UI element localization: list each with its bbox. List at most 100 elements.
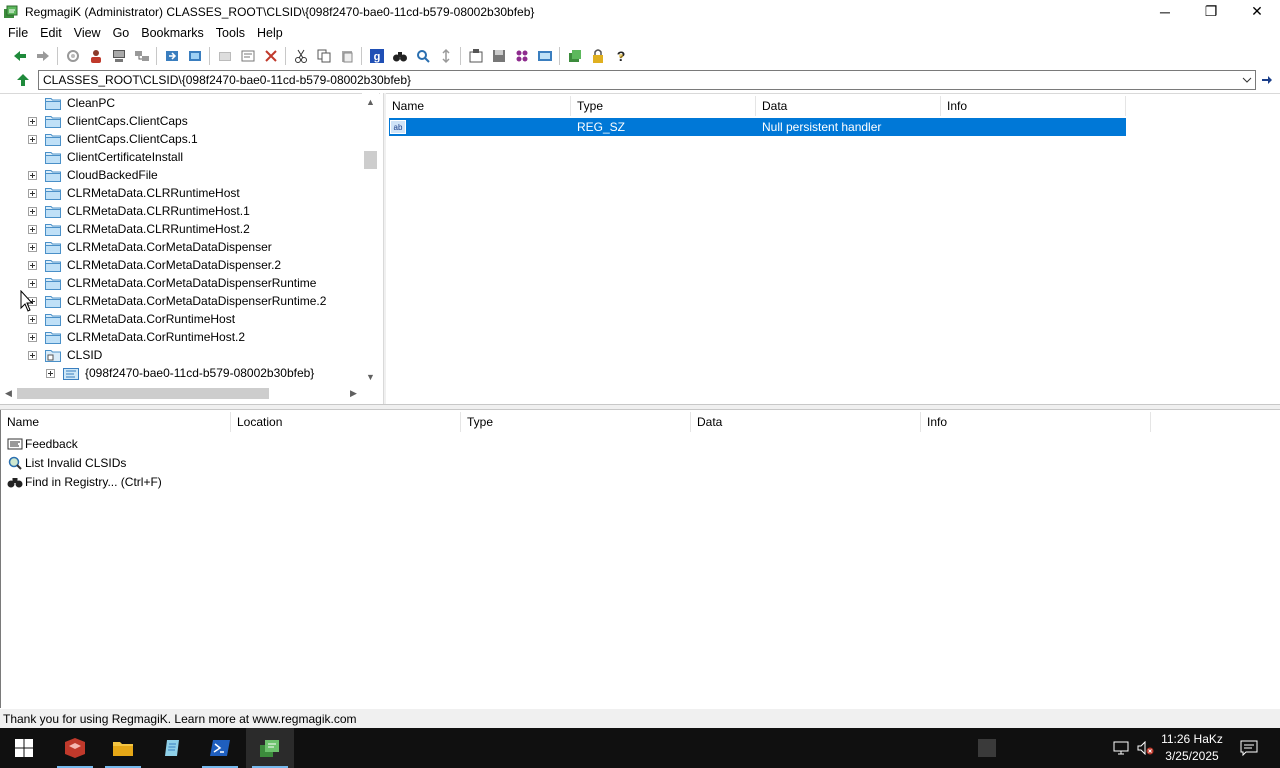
- menu-help[interactable]: Help: [251, 23, 289, 43]
- tree-item[interactable]: ClientCertificateInstall: [28, 148, 183, 166]
- computer-button[interactable]: [107, 45, 130, 67]
- expand-icon[interactable]: [28, 242, 37, 252]
- delete-button[interactable]: [259, 45, 282, 67]
- taskbar-clock[interactable]: 11:26 HaKz 3/25/2025: [1156, 731, 1228, 765]
- column-location[interactable]: Location: [231, 412, 461, 432]
- column-type[interactable]: Type: [571, 96, 756, 116]
- help-button[interactable]: ?: [609, 45, 632, 67]
- expand-icon[interactable]: [28, 116, 37, 126]
- colors-button[interactable]: [510, 45, 533, 67]
- address-input[interactable]: CLASSES_ROOT\CLSID\{098f2470-bae0-11cd-b…: [38, 70, 1256, 90]
- list-invalid-clsids-item[interactable]: List Invalid CLSIDs: [7, 453, 126, 472]
- new-key-button[interactable]: [213, 45, 236, 67]
- scroll-up-arrow[interactable]: ▲: [362, 93, 379, 110]
- tree-item[interactable]: ClientCaps.ClientCaps: [28, 112, 188, 130]
- taskbar-file-explorer[interactable]: [99, 728, 147, 768]
- column-type[interactable]: Type: [461, 412, 691, 432]
- scroll-right-arrow[interactable]: ▶: [345, 385, 362, 402]
- network-button[interactable]: [130, 45, 153, 67]
- go-button[interactable]: [1258, 70, 1276, 90]
- column-name[interactable]: Name: [386, 96, 571, 116]
- column-info[interactable]: Info: [921, 412, 1151, 432]
- expand-icon[interactable]: [28, 332, 37, 342]
- save-button[interactable]: [487, 45, 510, 67]
- value-row[interactable]: ab REG_SZ Null persistent handler: [389, 118, 1126, 136]
- tree-item[interactable]: CLRMetaData.CorMetaDataDispenser: [28, 238, 272, 256]
- tree-item[interactable]: CLRMetaData.CorRuntimeHost: [28, 310, 235, 328]
- expand-icon[interactable]: [46, 368, 55, 378]
- menu-view[interactable]: View: [68, 23, 107, 43]
- up-button[interactable]: [8, 69, 38, 91]
- expand-icon[interactable]: [28, 314, 37, 324]
- back-button[interactable]: [8, 45, 31, 67]
- taskbar-regmagik[interactable]: [246, 728, 294, 768]
- feedback-item[interactable]: Feedback: [7, 434, 78, 453]
- google-search-button[interactable]: g: [365, 45, 388, 67]
- new-value-button[interactable]: [236, 45, 259, 67]
- expand-icon[interactable]: [28, 170, 37, 180]
- scroll-thumb[interactable]: [364, 151, 377, 169]
- expand-icon[interactable]: [28, 278, 37, 288]
- registry-tree[interactable]: CleanPC ClientCaps.ClientCaps ClientCaps.C…: [0, 93, 380, 404]
- forward-button[interactable]: [31, 45, 54, 67]
- menu-go[interactable]: Go: [107, 23, 136, 43]
- scroll-down-arrow[interactable]: ▼: [362, 368, 379, 385]
- tree-item[interactable]: CloudBackedFile: [28, 166, 158, 184]
- import-button[interactable]: [160, 45, 183, 67]
- scroll-thumb[interactable]: [17, 388, 269, 399]
- network-tray-button[interactable]: [1110, 728, 1132, 768]
- tree-vertical-scrollbar[interactable]: ▲ ▼: [362, 93, 379, 385]
- refresh-button[interactable]: [61, 45, 84, 67]
- properties-button[interactable]: [464, 45, 487, 67]
- find-next-button[interactable]: [411, 45, 434, 67]
- expand-icon[interactable]: [28, 224, 37, 234]
- column-info[interactable]: Info: [941, 96, 1126, 116]
- tree-item[interactable]: CLRMetaData.CLRRuntimeHost.2: [28, 220, 250, 238]
- compare-button[interactable]: [533, 45, 556, 67]
- expand-icon[interactable]: [28, 296, 37, 306]
- paste-button[interactable]: [335, 45, 358, 67]
- taskbar-powershell[interactable]: [196, 728, 244, 768]
- tree-item[interactable]: CLRMetaData.CorMetaDataDispenser.2: [28, 256, 281, 274]
- tree-item[interactable]: CLRMetaData.CLRRuntimeHost: [28, 184, 240, 202]
- scroll-left-arrow[interactable]: ◀: [0, 385, 17, 402]
- minimize-button[interactable]: ─: [1142, 0, 1188, 23]
- tree-item[interactable]: CLRMetaData.CorMetaDataDispenserRuntime.…: [28, 292, 326, 310]
- export-button[interactable]: [183, 45, 206, 67]
- menu-file[interactable]: File: [2, 23, 34, 43]
- expand-icon[interactable]: [28, 188, 37, 198]
- volume-tray-button[interactable]: [1134, 728, 1158, 768]
- menu-tools[interactable]: Tools: [210, 23, 251, 43]
- taskbar-app-red[interactable]: [51, 728, 99, 768]
- user-button[interactable]: [84, 45, 107, 67]
- expand-icon[interactable]: [28, 134, 37, 144]
- address-dropdown-button[interactable]: [1238, 71, 1255, 89]
- tree-item[interactable]: CLRMetaData.CorMetaDataDispenserRuntime: [28, 274, 316, 292]
- tree-item[interactable]: CleanPC: [28, 94, 115, 112]
- results-list[interactable]: Name Location Type Data Info Feedback Li…: [0, 410, 1280, 708]
- column-data[interactable]: Data: [691, 412, 921, 432]
- find-button[interactable]: [388, 45, 411, 67]
- values-list[interactable]: Name Type Data Info ab REG_SZ Null persi…: [386, 93, 1280, 404]
- tree-item[interactable]: CLRMetaData.CorRuntimeHost.2: [28, 328, 245, 346]
- restore-button[interactable]: ❐: [1188, 0, 1234, 23]
- tray-overflow[interactable]: [978, 728, 996, 768]
- close-button[interactable]: ✕: [1234, 0, 1280, 23]
- tree-item[interactable]: CLSID: [28, 346, 102, 364]
- find-in-registry-item[interactable]: Find in Registry... (Ctrl+F): [7, 472, 162, 491]
- menu-edit[interactable]: Edit: [34, 23, 68, 43]
- cut-button[interactable]: [289, 45, 312, 67]
- tree-item[interactable]: {098f2470-bae0-11cd-b579-08002b30bfeb}: [46, 364, 314, 382]
- menu-bookmarks[interactable]: Bookmarks: [135, 23, 210, 43]
- start-button[interactable]: [0, 728, 48, 768]
- expand-icon[interactable]: [28, 206, 37, 216]
- column-data[interactable]: Data: [756, 96, 941, 116]
- expand-icon[interactable]: [28, 350, 37, 360]
- tree-horizontal-scrollbar[interactable]: ◀ ▶: [0, 385, 362, 402]
- options-button[interactable]: [563, 45, 586, 67]
- taskbar-notepad[interactable]: [148, 728, 196, 768]
- copy-button[interactable]: [312, 45, 335, 67]
- expand-icon[interactable]: [28, 260, 37, 270]
- lock-button[interactable]: [586, 45, 609, 67]
- column-name[interactable]: Name: [1, 412, 231, 432]
